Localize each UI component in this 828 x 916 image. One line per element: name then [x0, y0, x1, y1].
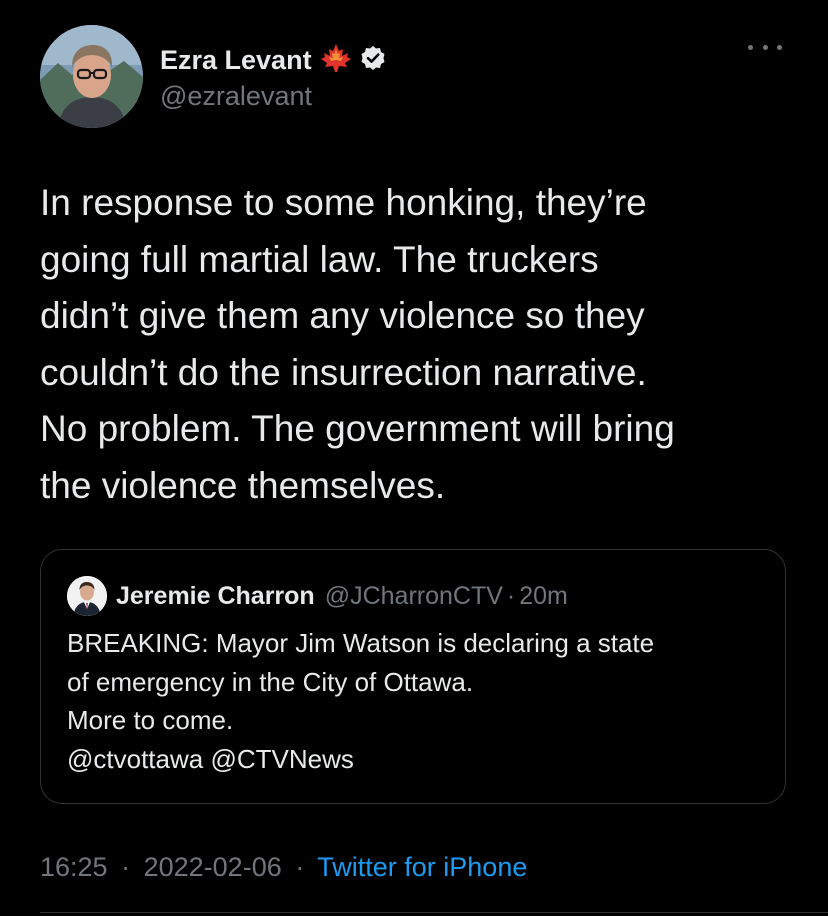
tweet-date[interactable]: 2022-02-06: [144, 852, 282, 882]
tweet-footer: 16:25 · 2022-02-06 · Twitter for iPhone: [40, 852, 527, 883]
quoted-meta-separator: ·: [506, 581, 516, 610]
author-handle[interactable]: @ezralevant: [160, 81, 312, 112]
author-avatar[interactable]: [40, 25, 143, 128]
quoted-tweet-time: 20m: [519, 581, 568, 610]
maple-leaf-icon: [320, 43, 352, 78]
footer-separator: ·: [295, 852, 305, 882]
quoted-author-name[interactable]: Jeremie Charron: [116, 582, 315, 611]
tweet-header: Ezra Levant @ezralevant: [40, 25, 788, 130]
quoted-tweet-header: Jeremie Charron @JCharronCTV · 20m: [67, 576, 568, 616]
tweet-source-link[interactable]: Twitter for iPhone: [317, 852, 527, 882]
more-dot: [748, 44, 753, 50]
author-name-row: Ezra Levant: [160, 43, 386, 78]
quoted-author-handle[interactable]: @JCharronCTV: [325, 582, 503, 611]
quoted-tweet[interactable]: Jeremie Charron @JCharronCTV · 20m BREAK…: [40, 549, 786, 804]
verified-badge-icon: [360, 45, 386, 76]
more-dot: [762, 44, 768, 50]
quoted-tweet-text: BREAKING: Mayor Jim Watson is declaring …: [67, 628, 655, 774]
author-display-name[interactable]: Ezra Levant: [160, 45, 312, 76]
footer-divider: [40, 912, 828, 913]
footer-separator: ·: [121, 852, 131, 882]
more-dot: [777, 44, 782, 50]
more-options-icon[interactable]: [748, 39, 782, 55]
tweet-time[interactable]: 16:25: [40, 852, 108, 882]
quoted-author-avatar: [67, 576, 107, 616]
tweet-text: In response to some honking, they’re goi…: [40, 182, 675, 506]
